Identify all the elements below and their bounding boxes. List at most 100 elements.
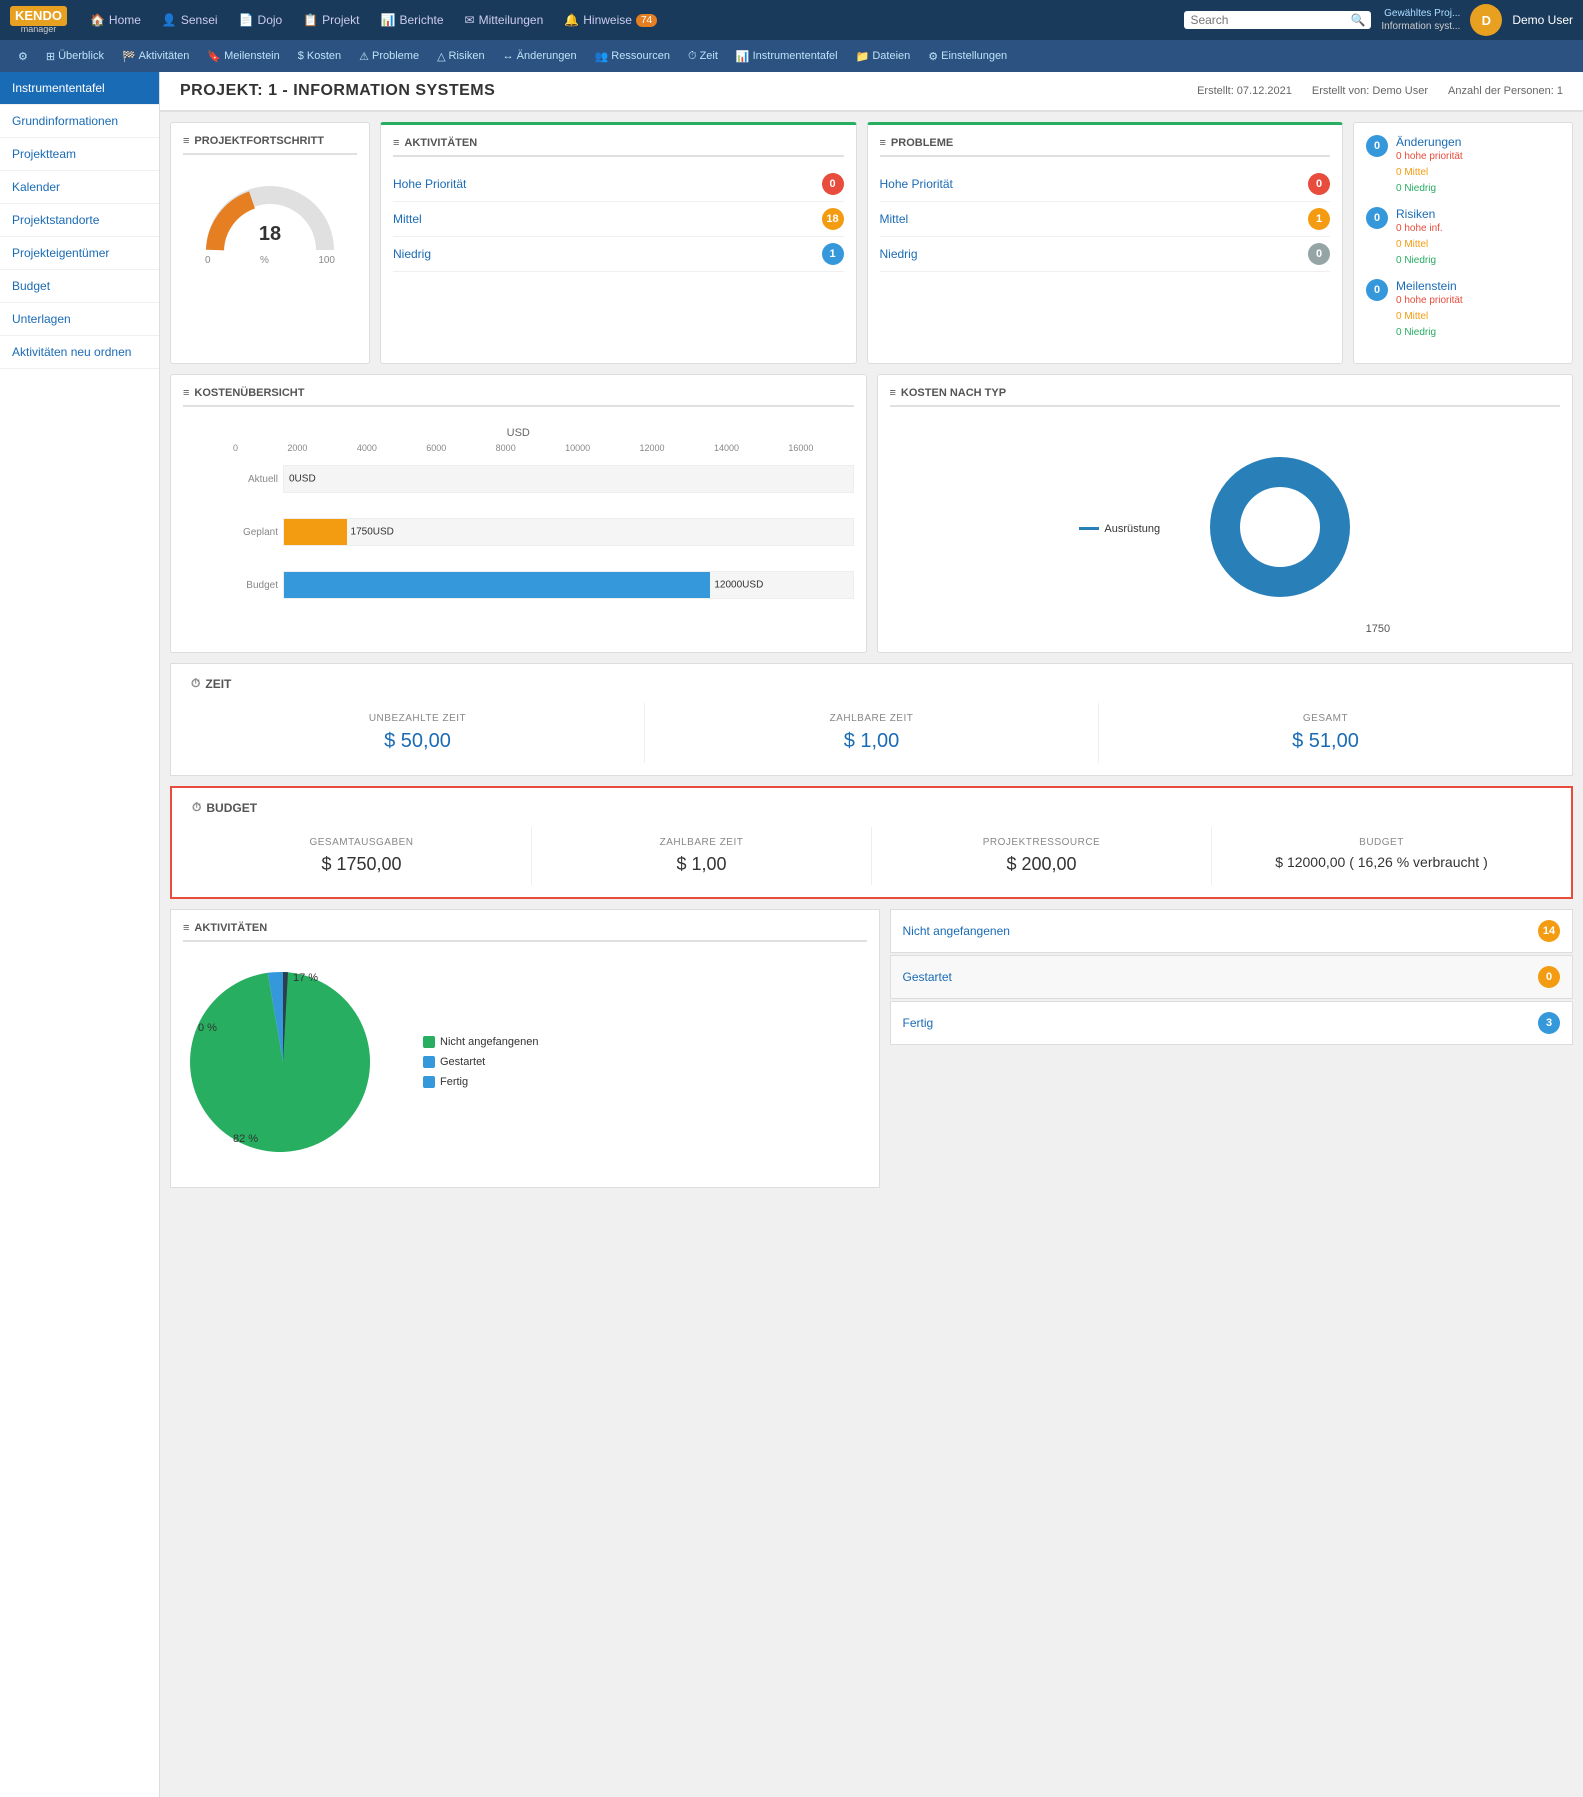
status-nicht-angefangenen[interactable]: Nicht angefangenen 14	[890, 909, 1574, 953]
kostenuebersicht-card: ≡ KOSTENÜBERSICHT USD 020004000600080001…	[170, 374, 867, 653]
donut-svg	[1190, 437, 1370, 617]
percent-17: 17 %	[293, 972, 318, 984]
chart-icon6: ≡	[183, 922, 189, 934]
legend-nicht-angefangenen: Nicht angefangenen	[423, 1036, 538, 1048]
sidebar-item-aktivitaeten-ordnen[interactable]: Aktivitäten neu ordnen	[0, 336, 159, 369]
gauge-chart: 18	[200, 175, 340, 255]
nav-berichte[interactable]: 📊 Berichte	[373, 9, 452, 31]
sidebar-item-projekteigentuemer[interactable]: Projekteigentümer	[0, 237, 159, 270]
stats-meilenstein: 0 Meilenstein 0 hohe priorität 0 Mittel …	[1366, 279, 1560, 341]
status-gestartet-badge: 0	[1538, 966, 1560, 988]
subnav-kosten[interactable]: $ Kosten	[290, 46, 349, 66]
search-input[interactable]	[1190, 13, 1350, 27]
bar-chart-area: USD 020004000600080001000012000140001600…	[183, 417, 854, 619]
hinweise-badge: 74	[636, 14, 657, 27]
zeit-values: UNBEZAHLTE ZEIT $ 50,00 ZAHLBARE ZEIT $ …	[191, 703, 1552, 763]
legend-dot-green	[423, 1036, 435, 1048]
aktivitaeten-bottom-card: ≡ AKTIVITÄTEN	[170, 909, 880, 1188]
status-fertig[interactable]: Fertig 3	[890, 1001, 1574, 1045]
percent-0: 0 %	[198, 1022, 217, 1034]
subnav-meilenstein[interactable]: 🔖 Meilenstein	[199, 46, 287, 67]
nav-dojo[interactable]: 📄 Dojo	[231, 9, 291, 31]
bar-track-aktuell: 0USD	[283, 465, 854, 493]
legend-dot-dark	[423, 1076, 435, 1088]
sidebar-item-kalender[interactable]: Kalender	[0, 171, 159, 204]
avatar: D	[1470, 4, 1502, 36]
donut-chart-area: Ausrüstung 1750	[890, 417, 1561, 640]
bar-rows: Aktuell 0USD Geplant	[183, 455, 854, 609]
probleme-mittel-badge: 1	[1308, 208, 1330, 230]
probleme-mittel-row[interactable]: Mittel 1	[880, 202, 1331, 237]
zeit-unbezahlt: UNBEZAHLTE ZEIT $ 50,00	[191, 703, 645, 763]
projektfortschritt-card: ≡ PROJEKTFORTSCHRITT 18	[170, 122, 370, 364]
top-cards-row: ≡ PROJEKTFORTSCHRITT 18	[170, 122, 1573, 364]
subnav-risiken[interactable]: △ Risiken	[429, 46, 493, 67]
zeit-header: ⏱ ZEIT	[191, 676, 1552, 691]
subnav-zeit[interactable]: ⏱ Zeit	[680, 46, 726, 67]
sidebar-item-unterlagen[interactable]: Unterlagen	[0, 303, 159, 336]
zeit-section: ⏱ ZEIT UNBEZAHLTE ZEIT $ 50,00 ZAHLBARE …	[170, 663, 1573, 776]
budget-zahlbare-zeit: ZAHLBARE ZEIT $ 1,00	[532, 827, 872, 885]
bar-fill-geplant	[284, 519, 347, 545]
legend-gestartet: Gestartet	[423, 1056, 538, 1068]
subnav-einstellungen[interactable]: ⚙ Einstellungen	[920, 46, 1015, 67]
budget-header: ⏱ BUDGET	[192, 800, 1551, 815]
probleme-hohe-badge: 0	[1308, 173, 1330, 195]
chart-icon: ≡	[183, 135, 189, 147]
subnav-settings-icon[interactable]: ⚙	[10, 46, 36, 67]
stats-risiken: 0 Risiken 0 hohe inf. 0 Mittel 0 Niedrig	[1366, 207, 1560, 269]
nav-items: 🏠 Home 👤 Sensei 📄 Dojo 📋 Projekt 📊 Beric…	[82, 9, 1174, 31]
legend-line	[1079, 527, 1099, 530]
sidebar-item-projektstandorte[interactable]: Projektstandorte	[0, 204, 159, 237]
aktivitaeten-hohe-badge: 0	[822, 173, 844, 195]
probleme-niedrig-row[interactable]: Niedrig 0	[880, 237, 1331, 272]
gauge-container: 18 0 % 100	[183, 165, 357, 276]
dashboard: ≡ PROJEKTFORTSCHRITT 18	[160, 112, 1583, 1198]
aktivitaeten-mittel-row[interactable]: Mittel 18	[393, 202, 844, 237]
stats-aenderungen: 0 Änderungen 0 hohe priorität 0 Mittel 0…	[1366, 135, 1560, 197]
aenderungen-circle: 0	[1366, 135, 1388, 157]
selected-project[interactable]: Gewähltes Proj... Information syst...	[1381, 7, 1460, 33]
subnav-instrumententafel[interactable]: 📊 Instrumententafel	[728, 46, 846, 67]
nav-home[interactable]: 🏠 Home	[82, 9, 149, 31]
logo[interactable]: KENDO manager	[10, 6, 67, 34]
aktivitaeten-right-panel: Nicht angefangenen 14 Gestartet 0 Fertig…	[890, 909, 1574, 1188]
subnav-aktivitaeten[interactable]: 🏁 Aktivitäten	[114, 46, 197, 67]
project-created: Erstellt: 07.12.2021	[1197, 85, 1292, 97]
svg-text:18: 18	[259, 223, 281, 245]
budget-total: BUDGET $ 12000,00 ( 16,26 % verbraucht )	[1212, 827, 1551, 885]
budget-values: GESAMTAUSGABEN $ 1750,00 ZAHLBARE ZEIT $…	[192, 827, 1551, 885]
legend-dot-blue	[423, 1056, 435, 1068]
donut-legend: Ausrüstung	[1079, 523, 1160, 535]
user-section: Gewähltes Proj... Information syst... D …	[1381, 4, 1573, 36]
bar-row-geplant: Geplant 1750USD	[233, 518, 854, 546]
user-name[interactable]: Demo User	[1512, 13, 1573, 27]
top-navigation: KENDO manager 🏠 Home 👤 Sensei 📄 Dojo 📋 P…	[0, 0, 1583, 40]
pie-container: 17 % 0 % 82 % Nicht angefangenen Ge	[183, 952, 867, 1175]
meilenstein-circle: 0	[1366, 279, 1388, 301]
stats-panel: 0 Änderungen 0 hohe priorität 0 Mittel 0…	[1353, 122, 1573, 364]
aktivitaeten-niedrig-row[interactable]: Niedrig 1	[393, 237, 844, 272]
nav-mitteilungen[interactable]: ✉ Mitteilungen	[457, 9, 552, 31]
subnav-ressourcen[interactable]: 👥 Ressourcen	[587, 46, 678, 67]
subnav-probleme[interactable]: ⚠ Probleme	[351, 46, 427, 67]
nav-hinweise[interactable]: 🔔 Hinweise 74	[556, 9, 665, 31]
aktivitaeten-bottom-title: ≡ AKTIVITÄTEN	[183, 922, 867, 942]
aktivitaeten-title: ≡ AKTIVITÄTEN	[393, 137, 844, 157]
nav-projekt[interactable]: 📋 Projekt	[295, 9, 367, 31]
subnav-ueberblick[interactable]: ⊞ Überblick	[38, 46, 112, 67]
sidebar-item-projektteam[interactable]: Projektteam	[0, 138, 159, 171]
x-axis-labels: 0200040006000800010000120001400016000	[183, 443, 854, 453]
sidebar-item-budget[interactable]: Budget	[0, 270, 159, 303]
search-wrapper: 🔍	[1184, 11, 1371, 29]
status-gestartet[interactable]: Gestartet 0	[890, 955, 1574, 999]
aktivitaeten-hohe-row[interactable]: Hohe Priorität 0	[393, 167, 844, 202]
subnav-aenderungen[interactable]: ↔ Änderungen	[495, 46, 585, 66]
probleme-hohe-row[interactable]: Hohe Priorität 0	[880, 167, 1331, 202]
subnav-dateien[interactable]: 📁 Dateien	[848, 46, 919, 67]
sidebar-item-instrumententafel[interactable]: Instrumententafel	[0, 72, 159, 105]
chart-icon4: ≡	[183, 387, 189, 399]
probleme-card: ≡ PROBLEME Hohe Priorität 0 Mittel 1 Nie…	[867, 122, 1344, 364]
nav-sensei[interactable]: 👤 Sensei	[154, 9, 226, 31]
sidebar-item-grundinformationen[interactable]: Grundinformationen	[0, 105, 159, 138]
